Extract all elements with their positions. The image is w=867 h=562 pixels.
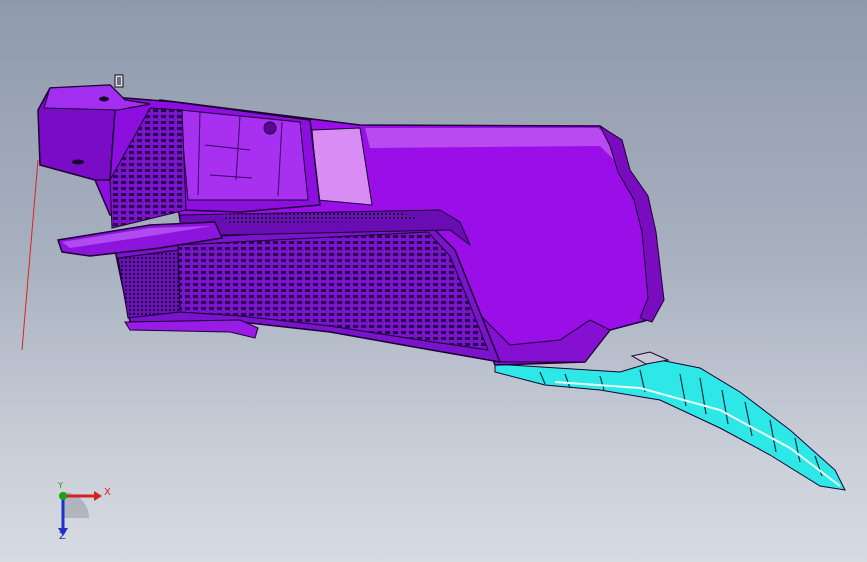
x-axis-arrowhead [94, 491, 102, 501]
flange-hole-top [99, 96, 109, 102]
bottom-tab [124, 319, 259, 339]
cyan-extension-part[interactable] [494, 359, 846, 491]
z-axis-label: Z [59, 531, 66, 542]
grille-inner-mesh-strip [117, 249, 181, 319]
housing-hole [263, 121, 277, 135]
y-axis-dot [59, 492, 67, 500]
3d-viewport[interactable]: X Y Z [0, 0, 867, 562]
y-axis-label: Y [58, 481, 63, 490]
reference-axis-line [21, 159, 39, 351]
top-clip [114, 74, 124, 88]
flange-hole-bottom [72, 159, 84, 165]
flange-top-face [43, 84, 151, 111]
x-axis-label: X [104, 487, 111, 498]
cad-model[interactable] [0, 0, 867, 562]
